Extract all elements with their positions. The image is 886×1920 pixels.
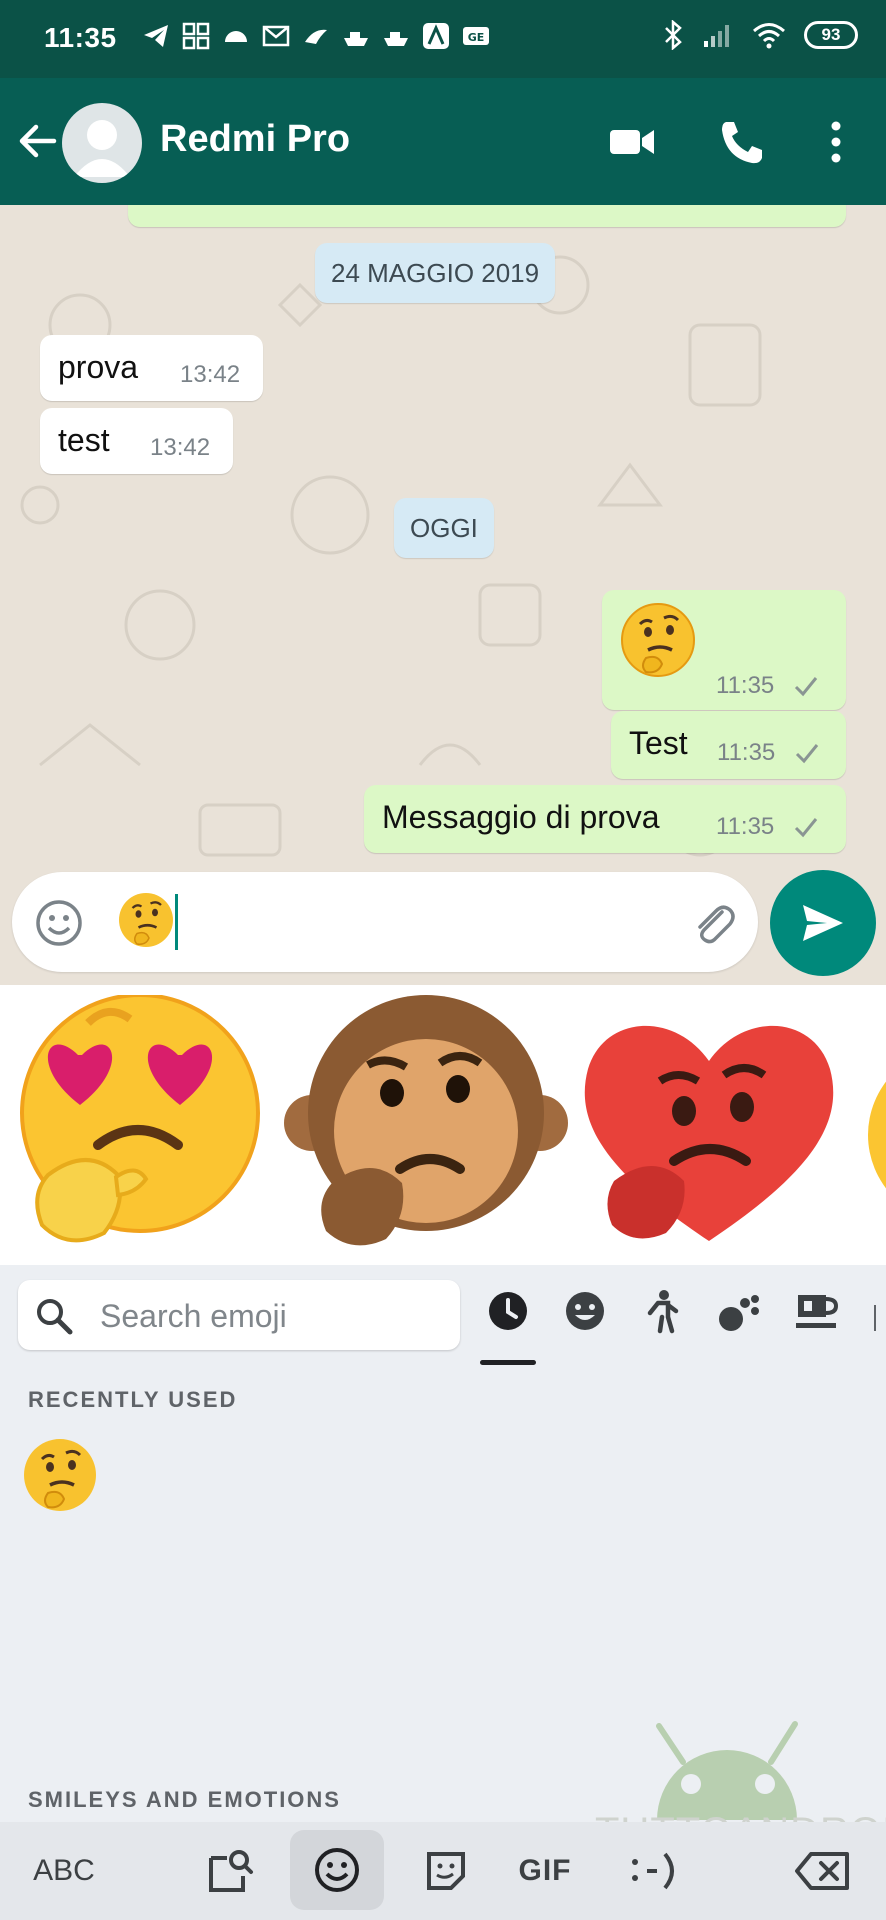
search-icon bbox=[37, 1299, 73, 1335]
thinking-face-emoji bbox=[618, 600, 698, 685]
telegram-icon bbox=[142, 22, 170, 50]
category-divider bbox=[874, 1305, 876, 1331]
message-time: 13:42 bbox=[150, 434, 211, 461]
message-composer[interactable] bbox=[12, 872, 758, 972]
recent-clock-icon[interactable] bbox=[484, 1287, 532, 1335]
message-list[interactable]: 24 MAGGIO 2019 prova 13:42 test 13:42 OG… bbox=[0, 205, 886, 985]
signal-icon bbox=[704, 25, 729, 47]
message-bubble-outgoing-partial[interactable] bbox=[128, 205, 846, 227]
wifi-icon bbox=[753, 23, 785, 49]
backspace-icon bbox=[795, 1852, 849, 1890]
date-separator: OGGI bbox=[394, 498, 494, 558]
stickers-tab-button[interactable] bbox=[416, 1822, 476, 1920]
typed-thinking-emoji[interactable] bbox=[116, 890, 176, 950]
backspace-button[interactable] bbox=[788, 1822, 858, 1920]
food-drink-icon[interactable] bbox=[792, 1287, 840, 1335]
gif-tab-button[interactable]: GIF bbox=[514, 1822, 576, 1920]
message-text: Messaggio di prova bbox=[382, 799, 660, 835]
emoji-search-field[interactable]: Search emoji bbox=[18, 1280, 460, 1350]
system-icons: 93 bbox=[662, 20, 858, 50]
message-bubble-incoming[interactable]: test 13:42 bbox=[40, 408, 233, 474]
message-bubble-outgoing[interactable]: 11:35 bbox=[602, 590, 846, 710]
ge-app-icon: GE bbox=[462, 22, 490, 50]
smiley-category-icon[interactable] bbox=[561, 1287, 609, 1335]
video-call-icon[interactable] bbox=[606, 116, 658, 168]
bird-icon bbox=[302, 22, 330, 50]
emoji-tab-icon bbox=[315, 1848, 359, 1892]
keyboard-bottom-bar: ABC GIF bbox=[0, 1822, 886, 1920]
section-recently-used: RECENTLY USED bbox=[28, 1387, 238, 1412]
sticker-suggestions[interactable] bbox=[0, 985, 886, 1265]
message-text: prova bbox=[58, 349, 139, 385]
sent-check-icon bbox=[794, 818, 818, 838]
sticker-monkey-thinking[interactable] bbox=[282, 993, 570, 1253]
ship-icon-2 bbox=[382, 22, 410, 50]
message-text: Test bbox=[629, 725, 688, 761]
notification-icons: GE bbox=[142, 22, 490, 50]
chat-header: Redmi Pro bbox=[0, 78, 886, 205]
search-placeholder: Search emoji bbox=[100, 1298, 287, 1334]
contact-name[interactable]: Redmi Pro bbox=[160, 118, 350, 161]
sticker-heart-eyes-thinking[interactable] bbox=[8, 995, 278, 1255]
sticker-heart-thinking[interactable] bbox=[574, 1011, 844, 1251]
sent-check-icon bbox=[795, 744, 819, 764]
status-time: 11:35 bbox=[44, 22, 117, 53]
emoji-tab-button[interactable] bbox=[290, 1830, 384, 1910]
sticker-tab-icon bbox=[427, 1852, 465, 1890]
svg-text:GE: GE bbox=[468, 31, 485, 44]
gmail-icon bbox=[262, 22, 290, 50]
section-smileys-emotions: SMILEYS AND EMOTIONS bbox=[28, 1787, 341, 1812]
grid-icon bbox=[182, 22, 210, 50]
active-category-indicator bbox=[480, 1360, 536, 1365]
default-avatar-icon bbox=[74, 120, 130, 177]
recent-emoji-thinking[interactable] bbox=[20, 1435, 100, 1515]
status-bar: 11:35 GE 93 bbox=[0, 0, 886, 78]
android-icon bbox=[222, 22, 250, 50]
send-button[interactable] bbox=[770, 870, 876, 976]
message-text: test bbox=[58, 422, 110, 458]
more-options-icon[interactable] bbox=[810, 116, 862, 168]
bluetooth-icon bbox=[665, 20, 682, 50]
message-bubble-outgoing[interactable]: Messaggio di prova 11:35 bbox=[364, 785, 846, 853]
ship-icon bbox=[342, 22, 370, 50]
contact-avatar[interactable] bbox=[62, 103, 142, 183]
attach-paperclip-icon[interactable] bbox=[688, 898, 738, 948]
message-time: 11:35 bbox=[716, 813, 775, 840]
battery-indicator: 93 bbox=[804, 21, 858, 49]
android-mascot-icon bbox=[656, 1721, 798, 1820]
sticker-partial-next[interactable] bbox=[866, 1045, 886, 1225]
message-bubble-incoming[interactable]: prova 13:42 bbox=[40, 335, 263, 401]
emoticon-tab-icon bbox=[632, 1852, 674, 1890]
message-time: 11:35 bbox=[716, 672, 775, 699]
date-separator: 24 MAGGIO 2019 bbox=[315, 243, 556, 303]
a-app-icon bbox=[422, 22, 450, 50]
message-time: 11:35 bbox=[717, 739, 776, 766]
message-bubble-outgoing[interactable]: Test 11:35 bbox=[611, 711, 846, 779]
people-activity-icon[interactable] bbox=[638, 1287, 686, 1335]
back-arrow-icon[interactable] bbox=[14, 118, 60, 164]
text-cursor bbox=[175, 894, 178, 950]
sticker-search-icon bbox=[209, 1850, 253, 1892]
abc-button[interactable]: ABC bbox=[30, 1822, 98, 1920]
send-icon bbox=[803, 905, 843, 941]
sent-check-icon bbox=[794, 677, 818, 697]
message-time: 13:42 bbox=[180, 361, 241, 388]
phone-call-icon[interactable] bbox=[716, 116, 768, 168]
emoticon-tab-button[interactable] bbox=[620, 1822, 690, 1920]
emoji-toggle-icon[interactable] bbox=[34, 898, 84, 948]
animals-nature-icon[interactable] bbox=[715, 1287, 763, 1335]
sticker-search-button[interactable] bbox=[200, 1822, 260, 1920]
